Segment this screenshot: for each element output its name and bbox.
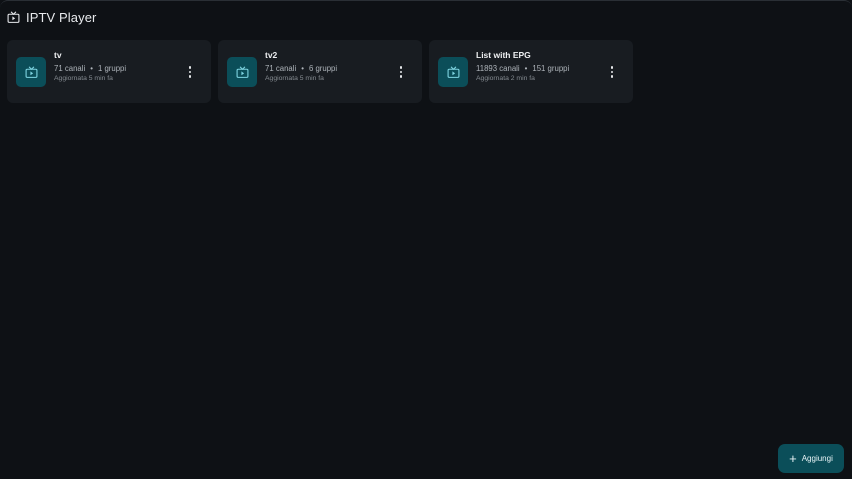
channel-count: 71 canali (54, 64, 86, 73)
live-tv-icon (447, 66, 459, 78)
playlist-thumb (438, 57, 468, 87)
add-button-label: Aggiungi (801, 454, 833, 463)
playlist-card[interactable]: List with EPG 11893 canali • 151 gruppi Ag… (429, 40, 633, 103)
playlist-name: tv2 (265, 50, 278, 60)
playlist-thumb (227, 57, 257, 87)
plus-icon: + (789, 450, 797, 466)
separator: • (90, 64, 93, 73)
playlist-card[interactable]: tv2 71 canali • 6 gruppi Aggiornata 5 min … (218, 40, 422, 103)
add-playlist-button[interactable]: + Aggiungi (778, 444, 844, 473)
channel-count: 11893 canali (476, 64, 520, 73)
more-vert-icon[interactable] (606, 64, 618, 80)
live-tv-icon (7, 11, 20, 24)
playlist-stats: 71 canali • 1 gruppi (54, 64, 126, 73)
updated-time: Aggiornata 5 min fa (54, 75, 113, 82)
playlist-list: tv 71 canali • 1 gruppi Aggiornata 5 min f… (7, 40, 633, 103)
playlist-card[interactable]: tv 71 canali • 1 gruppi Aggiornata 5 min f… (7, 40, 211, 103)
updated-time: Aggiornata 2 min fa (476, 75, 535, 82)
group-count: 1 gruppi (97, 64, 127, 73)
app-window: IPTV Player tv 71 canali • 1 gruppi Aggior… (0, 0, 852, 479)
more-vert-icon[interactable] (395, 64, 407, 80)
more-vert-icon[interactable] (184, 64, 196, 80)
app-title: IPTV Player (26, 9, 97, 25)
separator: • (524, 64, 528, 73)
updated-time: Aggiornata 5 min fa (265, 75, 324, 82)
separator: • (301, 64, 304, 73)
live-tv-icon (25, 66, 37, 78)
group-count: 6 gruppi (308, 64, 338, 73)
playlist-name: tv (54, 50, 62, 60)
playlist-stats: 71 canali • 6 gruppi (265, 64, 337, 73)
playlist-thumb (16, 57, 46, 87)
live-tv-icon (236, 66, 248, 78)
app-bar: IPTV Player (7, 8, 96, 26)
playlist-name: List with EPG (476, 50, 531, 60)
group-count: 151 gruppi (532, 64, 570, 73)
playlist-stats: 11893 canali • 151 gruppi (476, 64, 569, 73)
channel-count: 71 canali (265, 64, 297, 73)
